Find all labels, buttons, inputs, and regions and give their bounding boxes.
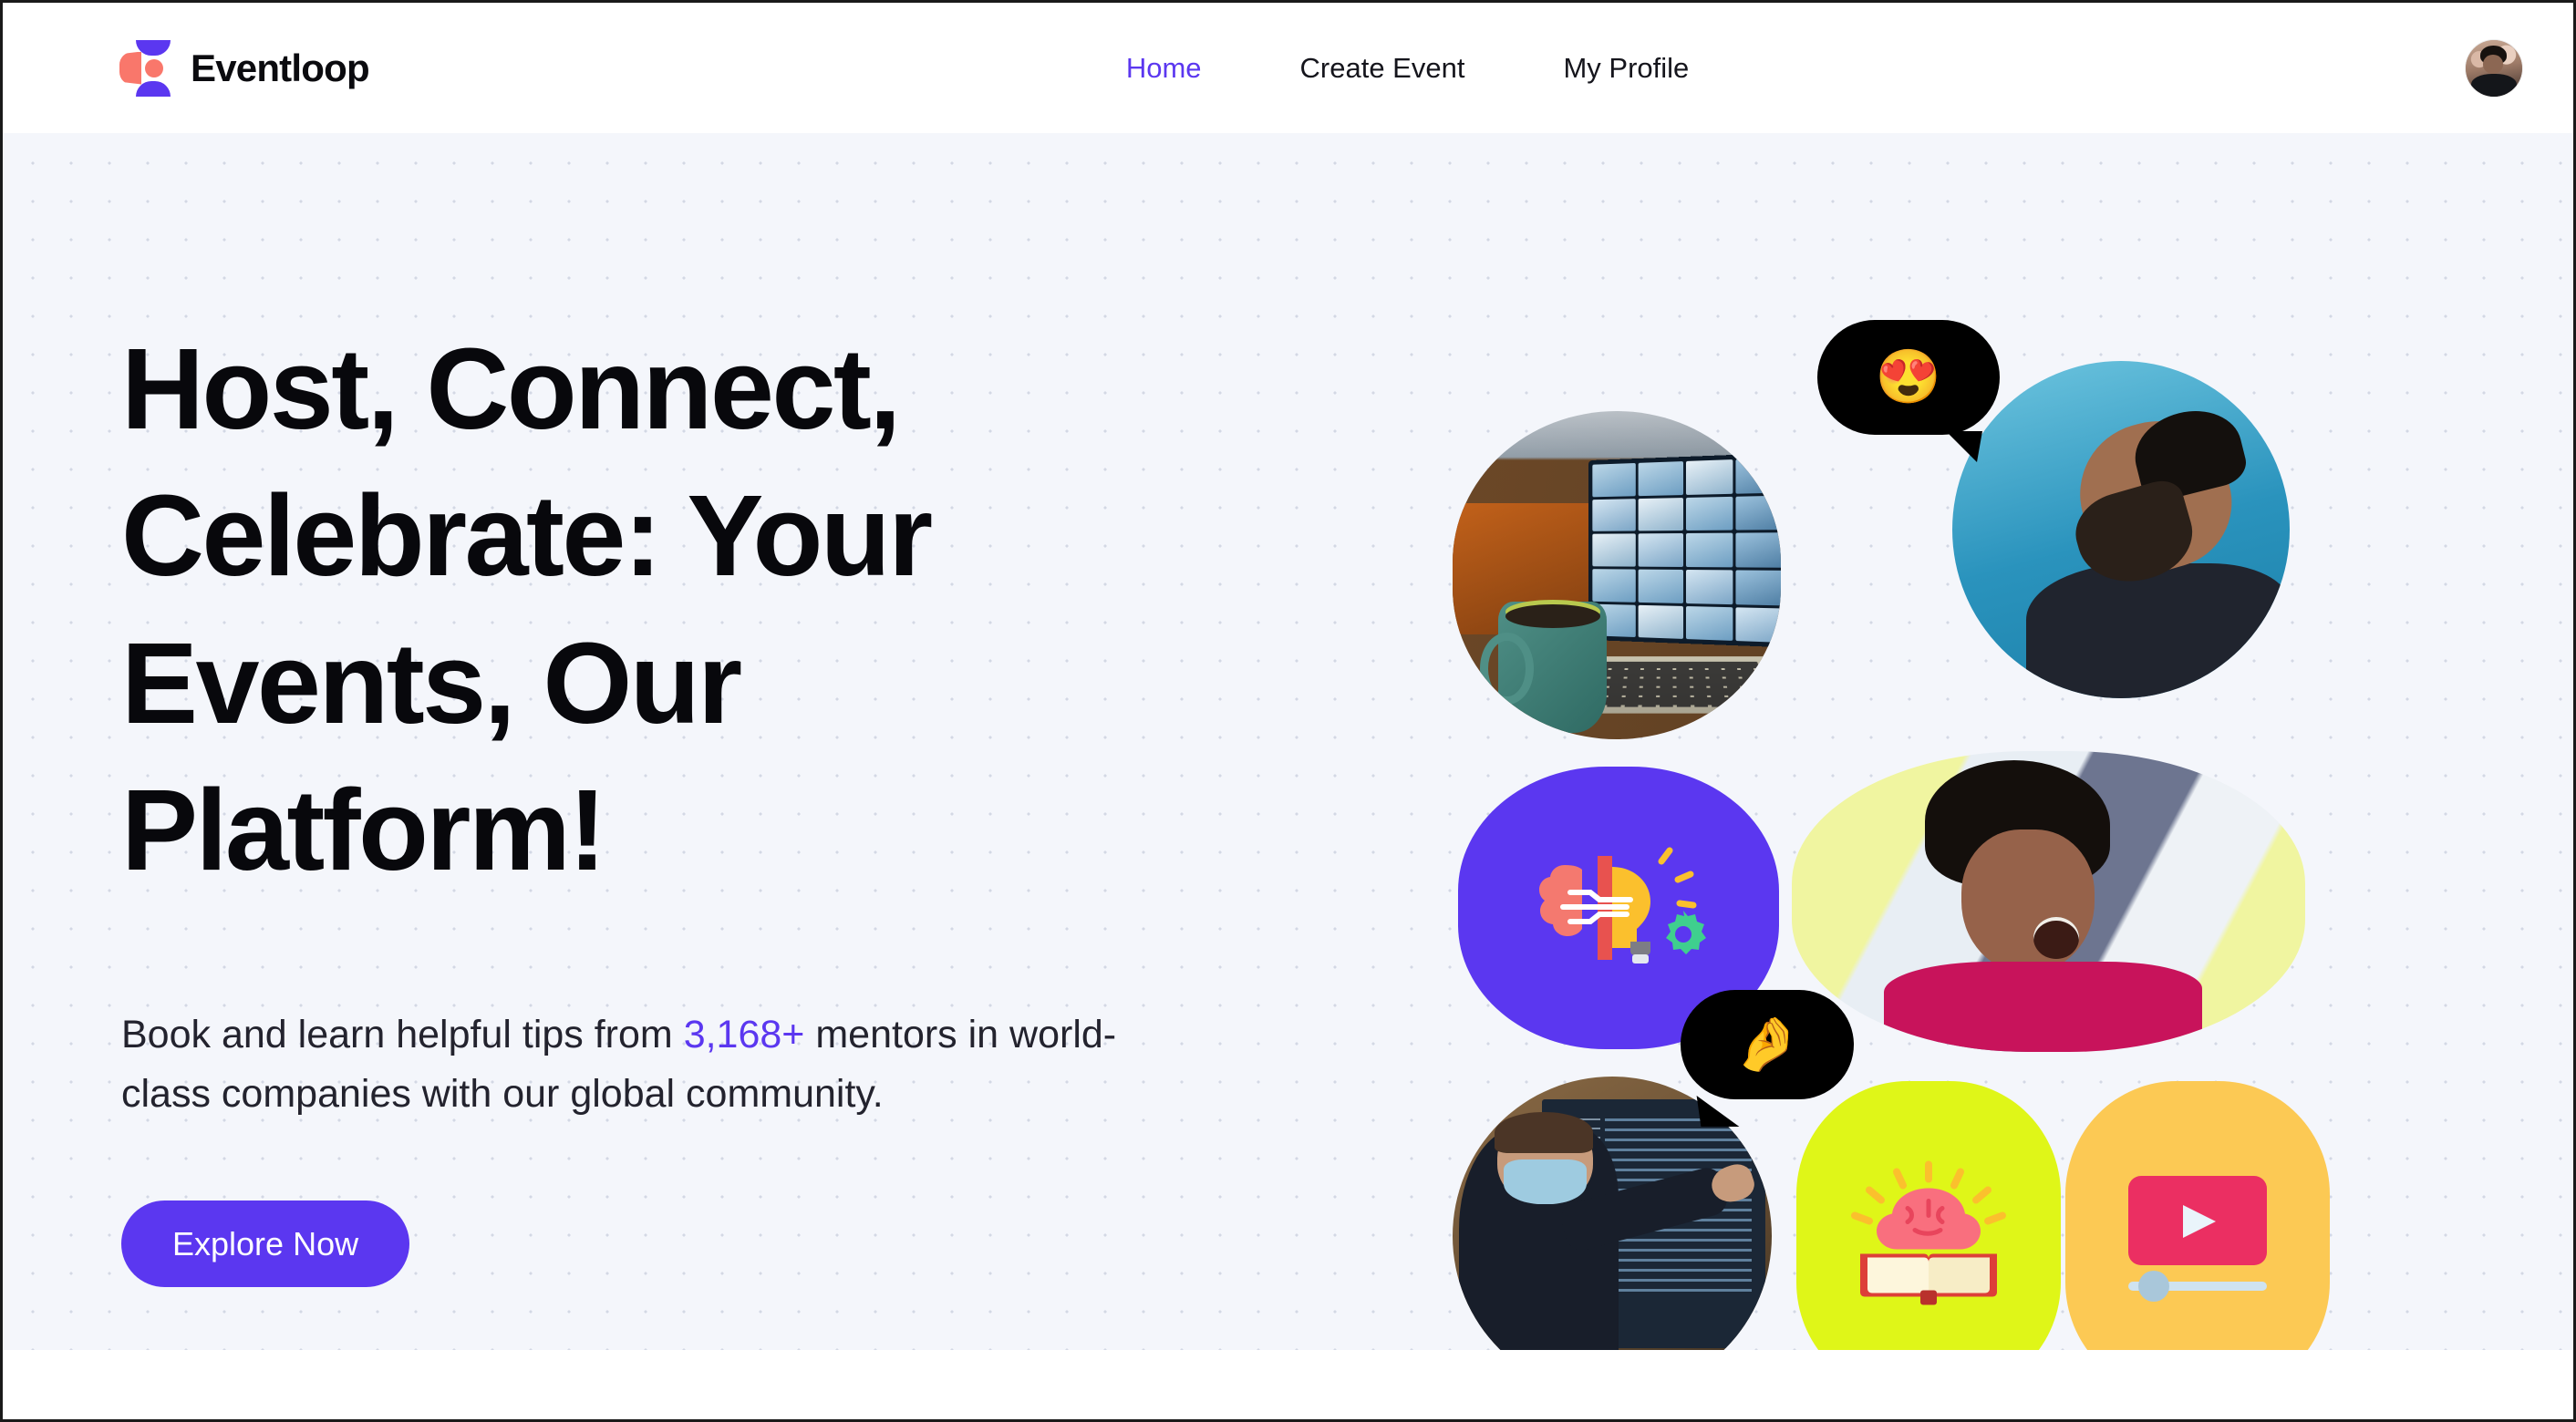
- mentor-count: 3,168+: [684, 1013, 805, 1056]
- brain-book-icon: [1842, 1159, 2015, 1318]
- explore-now-button[interactable]: Explore Now: [121, 1200, 409, 1288]
- laughing-woman-photo[interactable]: [1792, 751, 2305, 1052]
- page-bottom-strip: [3, 1350, 2573, 1419]
- video-play-icon: [2116, 1170, 2280, 1307]
- nav-link-my-profile[interactable]: My Profile: [1563, 52, 1689, 85]
- pinched-fingers-bubble: 🤌: [1681, 990, 1854, 1099]
- video-player-illustration[interactable]: [2065, 1081, 2330, 1350]
- app-window: Eventloop Home Create Event My Profile H…: [0, 0, 2576, 1422]
- nav-link-create-event[interactable]: Create Event: [1300, 52, 1465, 85]
- nav-link-home[interactable]: Home: [1126, 52, 1202, 85]
- laughing-man-photo[interactable]: [1952, 361, 2290, 698]
- hero-collage: 😍 🤌: [1453, 361, 2305, 1350]
- book-brain-illustration[interactable]: [1796, 1081, 2061, 1350]
- eventloop-logo-icon: [119, 40, 171, 97]
- video-call-photo[interactable]: [1453, 411, 1781, 739]
- subtitle-text-before: Book and learn helpful tips from: [121, 1013, 684, 1056]
- brand-name: Eventloop: [191, 46, 369, 90]
- pinched-fingers-emoji-icon: 🤌: [1734, 1018, 1800, 1071]
- page-title: Host, Connect, Celebrate: Your Events, O…: [121, 315, 1161, 903]
- main-nav: Home Create Event My Profile: [1126, 52, 1689, 85]
- heart-eyes-bubble: 😍: [1817, 320, 2000, 435]
- site-header: Eventloop Home Create Event My Profile: [3, 3, 2573, 133]
- avatar[interactable]: [2466, 40, 2522, 97]
- hero-subtitle: Book and learn helpful tips from 3,168+ …: [121, 1005, 1161, 1125]
- heart-eyes-emoji-icon: 😍: [1876, 351, 1941, 404]
- hero-copy: Host, Connect, Celebrate: Your Events, O…: [121, 315, 1161, 1287]
- brain-lightbulb-gear-icon: [1523, 840, 1714, 976]
- hero-section: Host, Connect, Celebrate: Your Events, O…: [3, 133, 2573, 1350]
- brand-logo[interactable]: Eventloop: [119, 40, 369, 97]
